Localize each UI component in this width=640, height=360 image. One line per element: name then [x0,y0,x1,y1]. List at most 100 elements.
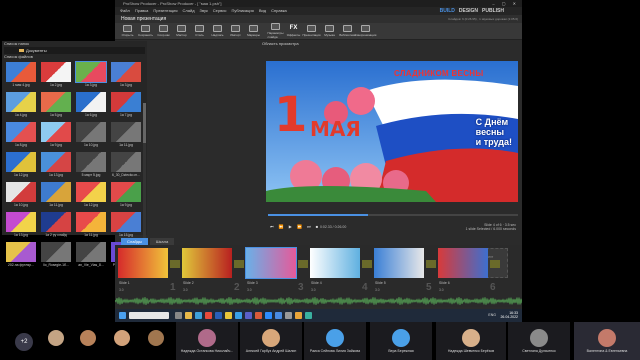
mode-build[interactable]: BUILD [440,7,455,15]
attendee[interactable] [48,330,64,346]
audio-waveform[interactable] [115,297,522,305]
toolbar-button[interactable]: Стиль [192,25,207,37]
file-thumbnail[interactable]: 202-на футляр... [5,242,37,269]
taskbar-search[interactable] [129,312,169,319]
menu-view[interactable]: Вид [259,7,266,15]
slide-item[interactable]: 6 Slide 6 3.0 [438,248,502,294]
window-controls[interactable]: – ▢ ✕ [492,0,519,7]
file-thumbnail[interactable]: 1а 3.jpg [110,62,142,89]
file-thumbnail[interactable]: 1а 7.jpg [110,92,142,119]
tab-timeline[interactable]: Шкала [149,238,175,245]
file-thumbnail[interactable]: 1а 2.jpg [40,62,72,89]
file-thumbnail[interactable]: 1а 11.jpg [40,182,72,209]
file-thumbnail[interactable]: 1а 10.jpg [75,122,107,149]
mode-publish[interactable]: PUBLISH [482,7,504,15]
photos-icon[interactable] [305,312,312,319]
attendee-tile[interactable]: Надежда Шевченко Берёзов [436,322,506,360]
file-thumbnail[interactable]: 1а 5.jpg [40,92,72,119]
attendee-tile[interactable]: Раиса Сейпова Лилия Зайкова [304,322,366,360]
file-thumbnail[interactable]: 1а 6.jpg [75,92,107,119]
chrome-icon[interactable] [205,312,212,319]
toolbar-button[interactable]: Импорт [228,25,243,37]
file-thumbnail[interactable]: 1а 8.jpg [5,122,37,149]
toolbar-button[interactable]: Сохранить [138,25,153,37]
file-thumbnail[interactable]: 1а 13.jpg [40,152,72,179]
file-thumbnail[interactable]: 1 мая 4.jpg [5,62,37,89]
menu-publish[interactable]: Публикация [231,7,253,15]
file-thumbnail[interactable]: 1а 13.jpg [5,212,37,239]
more-participants-button[interactable]: +2 [15,333,33,351]
toolbar-button[interactable]: Музыка [322,25,337,37]
attendee-tile[interactable]: Надежда Останкова Николайч... [176,322,238,360]
slide-item[interactable]: 4 Slide 4 3.0 [310,248,374,294]
toolbar-button[interactable]: Маркеры [246,25,261,37]
menu-audio[interactable]: Звук [200,7,208,15]
taskbar-clock[interactable]: 16:33 26.04.2022 [500,311,518,319]
menu-edit[interactable]: Правка [135,7,149,15]
transition-icon[interactable] [426,260,436,268]
word-icon[interactable] [215,312,222,319]
toolbar-button[interactable]: Презентация [302,25,321,37]
file-thumbnail[interactable]: an_Vie_Vias_8... [75,242,107,269]
zoom-icon[interactable] [265,312,272,319]
teams-icon[interactable] [245,312,252,319]
toolbar-button[interactable]: Мастер [174,25,189,37]
file-thumbnail[interactable]: 1а 11.jpg [110,122,142,149]
attendee-tile[interactable]: Светлана Дульченко [508,322,570,360]
tab-slides[interactable]: Слайды [121,238,148,245]
toolbar-button[interactable]: Библиотека [339,25,356,37]
toolbar-button[interactable]: Сохр.как [156,25,171,37]
menu-help[interactable]: Справка [271,7,287,15]
system-tray[interactable]: ENG [488,313,496,317]
attendee[interactable] [114,330,130,346]
file-thumbnail[interactable]: 1а 9.jpg [40,122,72,149]
windows-icon[interactable] [119,312,126,319]
task-view-icon[interactable] [175,312,182,319]
file-thumbnail[interactable]: 1а 10.jpg [5,182,37,209]
file-thumbnail[interactable]: 1а 12.jpg [5,152,37,179]
menu-file[interactable]: Файл [120,7,130,15]
menu-show[interactable]: Презентация [153,7,177,15]
file-thumbnail[interactable]: 1а 11.jpg [75,212,107,239]
transition-icon[interactable] [170,260,180,268]
file-thumbnail[interactable]: 1а 3.jpg [75,61,107,89]
transport-buttons[interactable]: ⏮ ⏪ ▶ ⏩ ⏭ ■ [270,224,320,229]
file-thumbnail[interactable]: 5 март 5.jpg [75,152,107,179]
slide-item[interactable]: 2 Slide 2 3.0 [182,248,246,294]
attendee[interactable] [80,330,96,346]
mode-design[interactable]: DESIGN [459,7,478,15]
proshow-icon[interactable] [255,312,262,319]
toolbar-button[interactable]: Параметры слайда [268,23,284,39]
mail-icon[interactable] [275,312,282,319]
slide-item[interactable]: 1 Slide 1 3.0 [118,248,182,294]
attendee-tile[interactable]: Вера Бережная [370,322,432,360]
file-thumbnail[interactable]: 1а 12.jpg [75,182,107,209]
file-thumbnail[interactable]: 1а 4.jpg [5,92,37,119]
playback-progress[interactable] [268,214,518,216]
file-thumbnail[interactable]: 1а 2 ру слайд [40,212,72,239]
transition-icon[interactable] [362,260,372,268]
slide-item[interactable]: 3 Slide 3 3.0 [245,247,310,294]
toolbar-button[interactable]: Открыть [120,25,135,37]
toolbar-button[interactable]: FX Эффекты [286,25,301,37]
file-thumbnail[interactable]: lio_Rosegie-1б... [40,242,72,269]
file-thumbnail[interactable]: 1а 9.jpg [110,182,142,209]
transition-icon[interactable] [234,260,244,268]
attendee[interactable] [148,330,164,346]
file-thumbnail[interactable]: 1а 15.jpg [110,212,142,239]
attendee-tile[interactable]: Алексей Гарбуз Андрей Шалин [240,322,302,360]
attendee-tile[interactable]: Валентина & Евгеньевна [574,322,640,360]
yandex-icon[interactable] [225,312,232,319]
skype-icon[interactable] [235,312,242,319]
transition-icon[interactable] [490,260,500,268]
scrollbar-thumb[interactable] [143,103,146,143]
transition-icon[interactable] [298,260,308,268]
menu-tools[interactable]: Сервис [213,7,227,15]
folder-item[interactable]: Документы [4,47,145,54]
toolbar-button[interactable]: Надпись [210,25,225,37]
media-icon[interactable] [295,312,302,319]
menu-slide[interactable]: Слайд [183,7,195,15]
edge-icon[interactable] [195,312,202,319]
settings-icon[interactable] [285,312,292,319]
toolbar-button[interactable]: Синхронизация [355,25,376,37]
